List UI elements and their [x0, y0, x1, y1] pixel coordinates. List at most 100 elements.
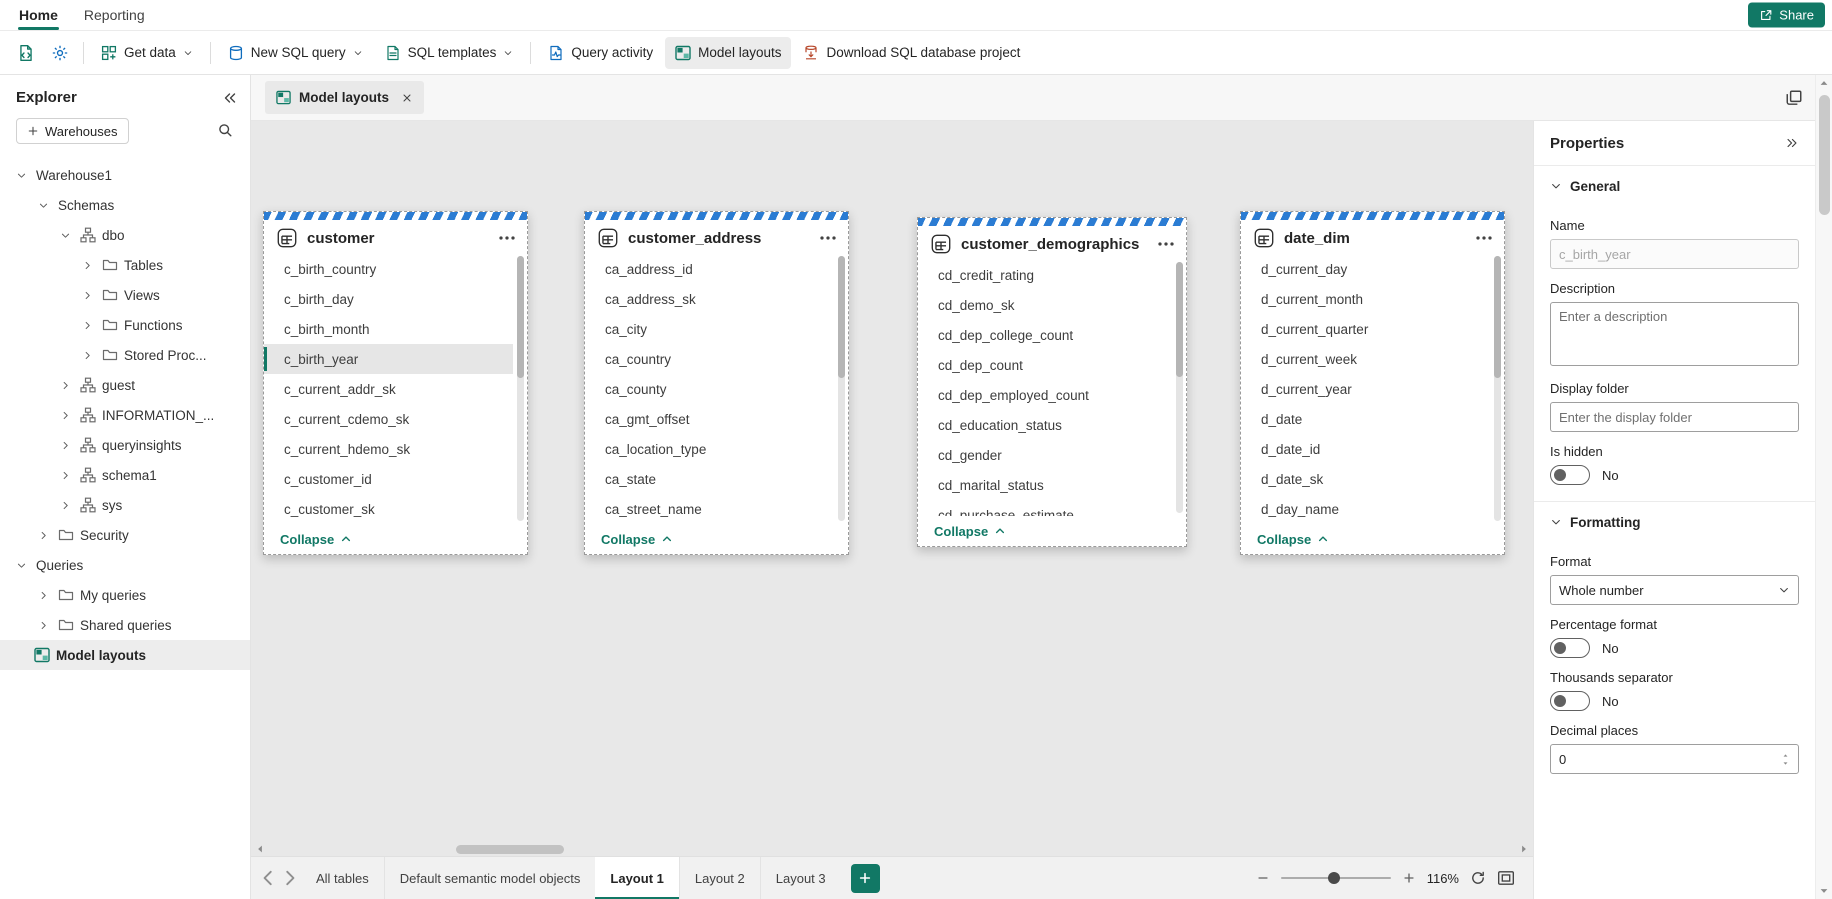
tree-item-shared-queries[interactable]: Shared queries	[0, 610, 250, 640]
chevron-right-icon[interactable]	[56, 500, 74, 511]
chevron-right-icon[interactable]	[78, 350, 96, 361]
tree-item-information-schema[interactable]: INFORMATION_...	[0, 400, 250, 430]
chevron-down-icon[interactable]	[12, 560, 30, 571]
scroll-left-arrow[interactable]	[254, 843, 266, 855]
add-layout-button[interactable]	[850, 863, 880, 893]
field-row[interactable]: c_birth_month	[264, 314, 513, 344]
thousands-separator-toggle[interactable]	[1550, 691, 1590, 711]
ribbon-tab-home[interactable]: Home	[6, 0, 71, 30]
field-row[interactable]: cd_gender	[918, 440, 1172, 470]
chevron-down-icon[interactable]	[12, 170, 30, 181]
zoom-in-button[interactable]	[1402, 871, 1416, 885]
warehouses-button[interactable]: Warehouses	[16, 118, 129, 144]
card-scrollbar[interactable]	[838, 256, 845, 521]
tab-default-semantic-model-objects[interactable]: Default semantic model objects	[383, 857, 596, 899]
card-scrollbar-thumb[interactable]	[517, 256, 524, 378]
collapse-button[interactable]: Collapse	[918, 516, 1186, 546]
scroll-down-arrow[interactable]	[1818, 885, 1830, 897]
card-scrollbar[interactable]	[1494, 256, 1501, 521]
chevron-right-icon[interactable]	[78, 320, 96, 331]
chevron-right-icon[interactable]	[56, 380, 74, 391]
number-stepper[interactable]	[1781, 752, 1790, 767]
field-row[interactable]: ca_county	[585, 374, 834, 404]
tree-item-guest[interactable]: guest	[0, 370, 250, 400]
card-scrollbar-thumb[interactable]	[1176, 262, 1183, 378]
stepper-down-icon[interactable]	[1781, 760, 1790, 767]
field-row[interactable]: ca_address_id	[585, 254, 834, 284]
field-row[interactable]: cd_dep_employed_count	[918, 380, 1172, 410]
field-row[interactable]: d_date_sk	[1241, 464, 1490, 494]
card-scrollbar-thumb[interactable]	[838, 256, 845, 378]
field-row[interactable]: ca_city	[585, 314, 834, 344]
chevron-down-icon[interactable]	[56, 230, 74, 241]
tree-item-model-layouts[interactable]: Model layouts	[0, 640, 250, 670]
tree-item-schemas[interactable]: Schemas	[0, 190, 250, 220]
vertical-scrollbar[interactable]	[1815, 75, 1832, 899]
table-card-customer-address[interactable]: customer_address ca_address_id ca_addres…	[584, 211, 849, 555]
table-menu-button[interactable]	[1474, 228, 1494, 248]
field-row[interactable]: d_date	[1241, 404, 1490, 434]
query-activity-button[interactable]: Query activity	[538, 37, 663, 69]
tree-item-stored-procedures[interactable]: Stored Proc...	[0, 340, 250, 370]
collapse-button[interactable]: Collapse	[264, 524, 527, 554]
zoom-slider-thumb[interactable]	[1327, 872, 1340, 884]
table-card-customer[interactable]: customer c_birth_country c_birth_day c_b…	[263, 211, 528, 555]
chevron-right-icon[interactable]	[34, 590, 52, 601]
vertical-scrollbar-thumb[interactable]	[1819, 95, 1830, 215]
percentage-format-toggle[interactable]	[1550, 638, 1590, 658]
tree-item-schema1[interactable]: schema1	[0, 460, 250, 490]
collapse-button[interactable]: Collapse	[1241, 524, 1504, 554]
collapse-explorer-button[interactable]	[222, 90, 238, 106]
next-layout-tab-button[interactable]	[279, 867, 301, 889]
card-scrollbar-thumb[interactable]	[1494, 256, 1501, 378]
name-input[interactable]	[1550, 239, 1799, 269]
is-hidden-toggle[interactable]	[1550, 465, 1590, 485]
model-layouts-button[interactable]: Model layouts	[665, 36, 792, 69]
settings-button[interactable]	[44, 37, 76, 69]
section-general[interactable]: General	[1550, 166, 1799, 206]
search-icon[interactable]	[218, 123, 234, 139]
doc-tab-model-layouts[interactable]: Model layouts	[265, 81, 425, 114]
field-row[interactable]: cd_purchase_estimate	[918, 500, 1172, 517]
close-icon[interactable]	[401, 92, 413, 104]
tree-item-my-queries[interactable]: My queries	[0, 580, 250, 610]
chevron-right-icon[interactable]	[56, 440, 74, 451]
horizontal-scrollbar-thumb[interactable]	[456, 845, 564, 854]
field-row[interactable]: ca_country	[585, 344, 834, 374]
table-menu-button[interactable]	[497, 228, 517, 248]
model-canvas[interactable]: customer c_birth_country c_birth_day c_b…	[251, 121, 1533, 856]
chevron-right-icon[interactable]	[34, 530, 52, 541]
share-button[interactable]: Share	[1748, 2, 1825, 28]
description-input[interactable]	[1550, 302, 1799, 366]
chevron-right-icon[interactable]	[78, 290, 96, 301]
field-row[interactable]: cd_credit_rating	[918, 260, 1172, 290]
tree-item-queries[interactable]: Queries	[0, 550, 250, 580]
tab-layout-2[interactable]: Layout 2	[678, 857, 760, 899]
field-row[interactable]: d_current_quarter	[1241, 314, 1490, 344]
ribbon-tab-reporting[interactable]: Reporting	[71, 0, 158, 30]
field-row[interactable]: cd_dep_count	[918, 350, 1172, 380]
prev-layout-tab-button[interactable]	[257, 867, 279, 889]
field-row[interactable]: c_customer_sk	[264, 494, 513, 524]
chevron-down-icon[interactable]	[34, 200, 52, 211]
field-row[interactable]: cd_demo_sk	[918, 290, 1172, 320]
new-sql-query-button[interactable]: New SQL query	[218, 37, 373, 69]
field-row[interactable]: ca_gmt_offset	[585, 404, 834, 434]
field-row[interactable]: d_current_month	[1241, 284, 1490, 314]
chevron-right-icon[interactable]	[78, 260, 96, 271]
new-item-button[interactable]	[10, 37, 42, 69]
tree-item-warehouse1[interactable]: Warehouse1	[0, 160, 250, 190]
table-card-customer-demographics[interactable]: customer_demographics cd_credit_rating c…	[917, 217, 1187, 547]
get-data-button[interactable]: Get data	[91, 37, 203, 69]
refresh-icon[interactable]	[1470, 870, 1486, 886]
tab-layout-1[interactable]: Layout 1	[595, 857, 680, 899]
chevron-right-icon[interactable]	[56, 410, 74, 421]
tree-item-queryinsights[interactable]: queryinsights	[0, 430, 250, 460]
field-row-selected[interactable]: c_birth_year	[264, 344, 513, 374]
tree-item-dbo[interactable]: dbo	[0, 220, 250, 250]
field-row[interactable]: ca_address_sk	[585, 284, 834, 314]
display-folder-input[interactable]	[1550, 402, 1799, 432]
fit-to-screen-icon[interactable]	[1497, 869, 1515, 887]
section-formatting[interactable]: Formatting	[1550, 502, 1799, 542]
chevron-right-icon[interactable]	[34, 620, 52, 631]
